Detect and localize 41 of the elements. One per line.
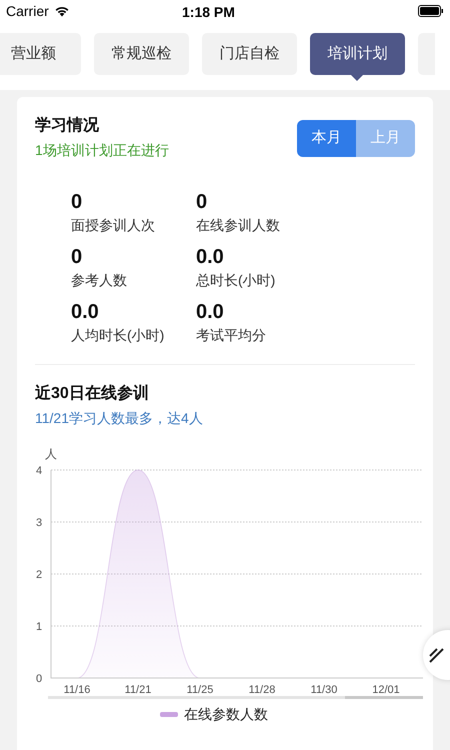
stat-value: 0 <box>196 190 208 214</box>
tab[interactable]: 常规巡检 <box>94 33 189 75</box>
y-tick-label: 0 <box>36 673 42 685</box>
stat-label: 面授参训人次 <box>71 216 156 235</box>
y-tick-label: 2 <box>36 569 42 581</box>
double-slash-icon <box>428 647 444 663</box>
period-tab[interactable]: 本月 <box>297 120 356 157</box>
y-tick-label: 1 <box>36 621 42 633</box>
status-text: 1场培训计划正在进行 <box>35 141 169 160</box>
clock-label: 1:18 PM <box>182 3 235 22</box>
stat-label: 在线参训人数 <box>196 216 281 235</box>
wifi-icon <box>54 5 70 17</box>
y-tick-label: 4 <box>36 465 42 477</box>
y-tick-label: 3 <box>36 517 42 529</box>
x-tick-label: 11/25 <box>186 684 214 696</box>
battery-icon <box>418 5 444 17</box>
legend-label: 在线参数人数 <box>184 706 268 722</box>
stat-value: 0.0 <box>196 245 225 269</box>
stat-value: 0.0 <box>71 300 100 324</box>
section-title: 近30日在线参训 <box>35 383 150 404</box>
stat-value: 0 <box>71 245 84 269</box>
axis-unit-label: 人 <box>45 447 57 461</box>
x-tick-label: 12/01 <box>372 684 400 696</box>
stat-label: 总时长(小时) <box>196 271 276 290</box>
scrollbar-thumb[interactable] <box>345 696 423 699</box>
stat-label: 考试平均分 <box>196 326 267 345</box>
section-title: 学习情况 <box>35 116 100 136</box>
x-tick-label: 11/21 <box>124 684 152 696</box>
stat-label: 参考人数 <box>71 271 128 290</box>
stat-label: 人均时长(小时) <box>71 326 166 345</box>
tab[interactable]: 营业额 <box>0 33 81 75</box>
x-tick-label: 11/28 <box>248 684 276 696</box>
x-tick-label: 11/30 <box>310 684 338 696</box>
tab[interactable]: 门店自检 <box>202 33 297 75</box>
carrier-label: Carrier <box>6 2 49 20</box>
stat-value: 0.0 <box>196 300 225 324</box>
tab[interactable]: 培训计划 <box>310 33 405 75</box>
stat-value: 0 <box>71 190 84 214</box>
x-tick-label: 11/16 <box>64 684 90 696</box>
highlight-text: 11/21学习人数最多，达4人 <box>35 409 204 428</box>
pointer-icon <box>351 75 363 81</box>
